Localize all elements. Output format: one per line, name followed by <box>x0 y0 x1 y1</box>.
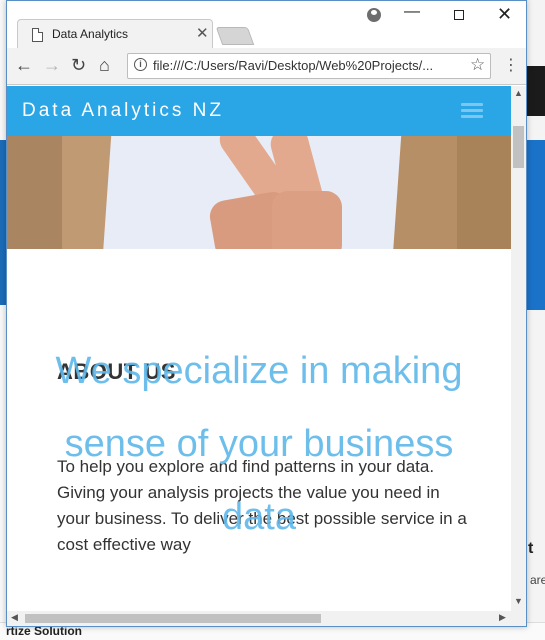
profile-icon[interactable] <box>367 8 381 22</box>
window-close-button[interactable]: ✕ <box>497 4 512 25</box>
new-tab-button[interactable] <box>215 27 255 45</box>
hand-image <box>207 136 342 249</box>
title-bar: Data Analytics ✕ — ✕ <box>7 1 526 49</box>
star-icon[interactable]: ☆ <box>470 55 485 75</box>
minimize-button[interactable]: — <box>404 3 420 21</box>
document-icon <box>32 28 43 42</box>
scroll-left-arrow-icon[interactable]: ◀ <box>11 612 18 623</box>
url-text[interactable]: file:///C:/Users/Ravi/Desktop/Web%20Proj… <box>153 58 463 73</box>
hero-overlay-heading: We specialize in making sense of your bu… <box>55 350 463 538</box>
background-blue-banner <box>527 140 545 310</box>
background-heading-fragment: t <box>528 540 534 557</box>
background-dark-header <box>527 66 545 116</box>
scroll-down-arrow-icon[interactable]: ▼ <box>514 596 523 606</box>
back-button[interactable]: ← <box>15 54 33 76</box>
vertical-scroll-thumb[interactable] <box>513 126 524 168</box>
info-icon[interactable]: i <box>134 58 147 71</box>
hamburger-menu-icon[interactable] <box>461 103 483 119</box>
address-bar[interactable]: i file:///C:/Users/Ravi/Desktop/Web%20Pr… <box>127 53 491 79</box>
browser-window: Data Analytics ✕ — ✕ ← → ↻ ⌂ i file:///C… <box>6 0 527 627</box>
site-navbar: Data Analytics NZ <box>7 86 511 136</box>
horizontal-scrollbar[interactable]: ◀ ▶ <box>7 611 526 626</box>
forward-button[interactable]: → <box>43 54 61 76</box>
scroll-up-arrow-icon[interactable]: ▲ <box>514 88 523 98</box>
home-button[interactable]: ⌂ <box>99 54 110 76</box>
horizontal-scroll-thumb[interactable] <box>25 614 321 623</box>
reload-button[interactable]: ↻ <box>71 54 86 76</box>
browser-tab[interactable]: Data Analytics ✕ <box>17 19 213 49</box>
maximize-button[interactable] <box>454 10 464 20</box>
tab-title: Data Analytics <box>52 27 129 41</box>
background-text-fragment: are <box>530 573 545 587</box>
about-section: ABOUT US To help you explore and find pa… <box>7 249 511 611</box>
menu-icon[interactable]: ⋮ <box>503 55 519 75</box>
vertical-scrollbar[interactable]: ▲ ▼ <box>511 86 526 611</box>
hero-image <box>7 136 511 249</box>
page-viewport: Data Analytics NZ ABOUT US To help you e… <box>7 86 511 611</box>
browser-toolbar: ← → ↻ ⌂ i file:///C:/Users/Ravi/Desktop/… <box>7 48 526 85</box>
tab-close-icon[interactable]: ✕ <box>196 24 209 42</box>
scroll-right-arrow-icon[interactable]: ▶ <box>499 612 506 623</box>
site-brand[interactable]: Data Analytics NZ <box>22 100 224 122</box>
